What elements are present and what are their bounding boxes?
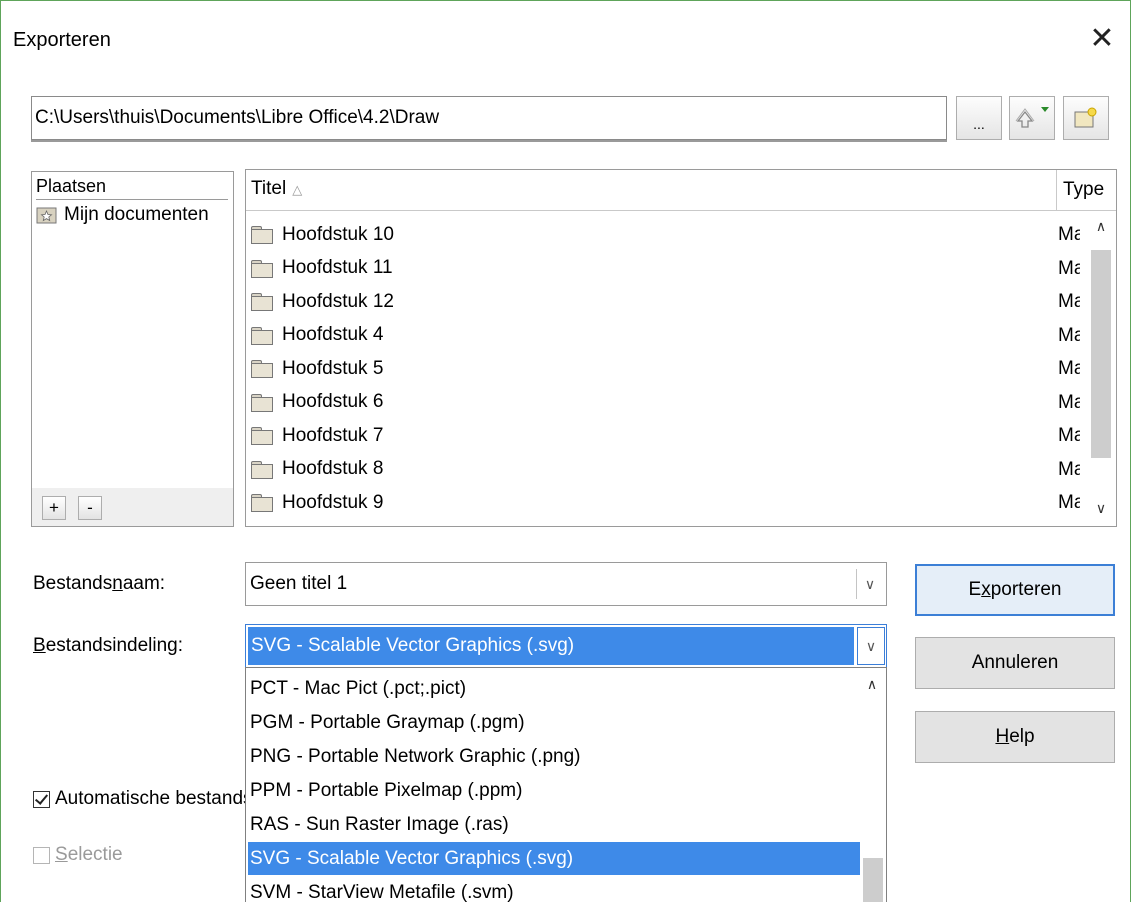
export-dialog: Exporteren ✕ C:\Users\thuis\Documents\Li… xyxy=(0,0,1131,902)
file-type: Map xyxy=(1058,257,1080,279)
file-name: Hoofdstuk 9 xyxy=(282,491,384,513)
checkbox-unchecked-icon[interactable] xyxy=(33,846,50,864)
file-list-scrollbar[interactable]: ∧ ∨ xyxy=(1089,212,1113,523)
export-button[interactable]: Exporteren xyxy=(915,564,1115,616)
go-up-button[interactable] xyxy=(1009,96,1055,140)
scrollbar-thumb[interactable] xyxy=(863,858,883,902)
place-item-label: Mijn documenten xyxy=(64,204,209,225)
file-name: Hoofdstuk 12 xyxy=(282,290,394,312)
cancel-button[interactable]: Annuleren xyxy=(915,637,1115,689)
file-name: Hoofdstuk 10 xyxy=(282,223,394,245)
file-list-header: Titel △ Type xyxy=(246,170,1116,211)
format-option[interactable]: PCT - Mac Pict (.pct;.pict) xyxy=(248,672,860,705)
file-name: Hoofdstuk 11 xyxy=(282,257,393,278)
format-option[interactable]: RAS - Sun Raster Image (.ras) xyxy=(248,808,860,841)
sort-ascending-icon: △ xyxy=(292,182,303,197)
checkbox-checked-icon[interactable] xyxy=(33,790,50,808)
star-folder-icon xyxy=(36,207,57,224)
file-name: Hoofdstuk 6 xyxy=(282,391,384,412)
remove-place-button[interactable]: - xyxy=(78,496,102,520)
folder-icon xyxy=(251,226,273,244)
folder-icon xyxy=(251,360,273,378)
chevron-down-icon[interactable]: ∨ xyxy=(857,627,885,665)
scroll-up-icon[interactable]: ∧ xyxy=(860,676,884,693)
folder-icon xyxy=(251,293,273,311)
column-title-label: Titel xyxy=(251,178,287,199)
column-title[interactable]: Titel △ xyxy=(251,178,302,200)
up-folder-icon xyxy=(1015,107,1049,128)
chevron-down-icon[interactable]: ∨ xyxy=(856,569,883,599)
place-item-my-documents[interactable]: Mijn documenten xyxy=(36,204,209,226)
file-type: Map xyxy=(1058,458,1080,480)
file-list: Titel △ Type Hoofdstuk 10 Map Hoofdstuk 11 M… xyxy=(245,169,1117,527)
format-value: SVG - Scalable Vector Graphics (.svg) xyxy=(248,627,854,665)
folder-icon xyxy=(251,460,273,479)
browse-button[interactable]: ... xyxy=(956,96,1002,140)
close-icon[interactable]: ✕ xyxy=(1084,21,1120,57)
file-type: Map xyxy=(1058,425,1080,446)
add-place-button[interactable]: + xyxy=(42,496,66,520)
filename-label: Bestandsnaam: xyxy=(33,573,166,594)
scrollbar-thumb[interactable] xyxy=(1091,250,1111,458)
file-type: Map xyxy=(1058,358,1080,379)
format-option[interactable]: SVM - StarView Metafile (.svm) xyxy=(248,876,860,902)
file-name: Hoofdstuk 5 xyxy=(282,357,384,379)
file-type: Map xyxy=(1058,492,1080,513)
selection-label: Selectie xyxy=(55,844,123,865)
table-row[interactable]: Hoofdstuk 5 xyxy=(251,352,1057,385)
selection-checkbox[interactable]: Selectie xyxy=(33,844,123,866)
file-type: Map xyxy=(1058,324,1080,346)
table-row[interactable]: Hoofdstuk 12 xyxy=(251,285,1057,318)
table-row[interactable]: Hoofdstuk 9 xyxy=(251,486,1057,519)
scroll-up-icon[interactable]: ∧ xyxy=(1089,218,1113,235)
table-row[interactable]: Hoofdstuk 10 xyxy=(251,218,1057,251)
format-dropdown-scrollbar[interactable]: ∧ xyxy=(860,668,886,902)
format-dropdown-list: PCT - Mac Pict (.pct;.pict) PGM - Portabl… xyxy=(245,667,887,902)
table-row[interactable]: Hoofdstuk 4 xyxy=(251,319,1057,352)
table-row[interactable]: Hoofdstuk 6 xyxy=(251,386,1057,419)
folder-icon xyxy=(251,393,273,412)
file-type: Map xyxy=(1058,224,1080,245)
new-folder-button[interactable] xyxy=(1063,96,1109,140)
places-panel: Plaatsen Mijn documenten + - xyxy=(31,171,234,527)
table-row[interactable]: Hoofdstuk 11 xyxy=(251,252,1057,285)
file-type: Map xyxy=(1058,391,1080,413)
table-row[interactable]: Hoofdstuk 7 xyxy=(251,419,1057,452)
table-row[interactable]: Hoofdstuk 8 xyxy=(251,453,1057,486)
file-name: Hoofdstuk 7 xyxy=(282,424,384,446)
filename-combobox[interactable]: Geen titel 1 ∨ xyxy=(245,562,887,606)
help-button[interactable]: Help xyxy=(915,711,1115,763)
file-name: Hoofdstuk 8 xyxy=(282,458,384,479)
path-input[interactable]: C:\Users\thuis\Documents\Libre Office\4.… xyxy=(31,96,947,142)
folder-icon xyxy=(251,259,273,278)
filename-value: Geen titel 1 xyxy=(250,573,348,594)
folder-icon xyxy=(251,427,273,445)
dialog-title: Exporteren xyxy=(13,29,111,51)
format-label: Bestandsindeling: xyxy=(33,635,184,656)
new-folder-icon xyxy=(1074,107,1097,128)
scroll-down-icon[interactable]: ∨ xyxy=(1089,500,1113,517)
format-combobox[interactable]: SVG - Scalable Vector Graphics (.svg) ∨ xyxy=(245,624,887,668)
format-option[interactable]: PPM - Portable Pixelmap (.ppm) xyxy=(248,774,860,807)
format-option[interactable]: PGM - Portable Graymap (.pgm) xyxy=(248,706,860,739)
folder-icon xyxy=(251,326,273,345)
title-bar: Exporteren ✕ xyxy=(1,1,1130,81)
format-option[interactable]: SVG - Scalable Vector Graphics (.svg) xyxy=(248,842,860,875)
format-option[interactable]: PNG - Portable Network Graphic (.png) xyxy=(248,740,860,773)
places-header: Plaatsen xyxy=(36,176,228,200)
browse-label: ... xyxy=(973,116,985,132)
folder-icon xyxy=(251,494,273,512)
places-toolbar: + - xyxy=(32,488,233,526)
file-name: Hoofdstuk 4 xyxy=(282,324,384,345)
column-type[interactable]: Type xyxy=(1056,170,1104,210)
file-type: Map xyxy=(1058,291,1080,312)
